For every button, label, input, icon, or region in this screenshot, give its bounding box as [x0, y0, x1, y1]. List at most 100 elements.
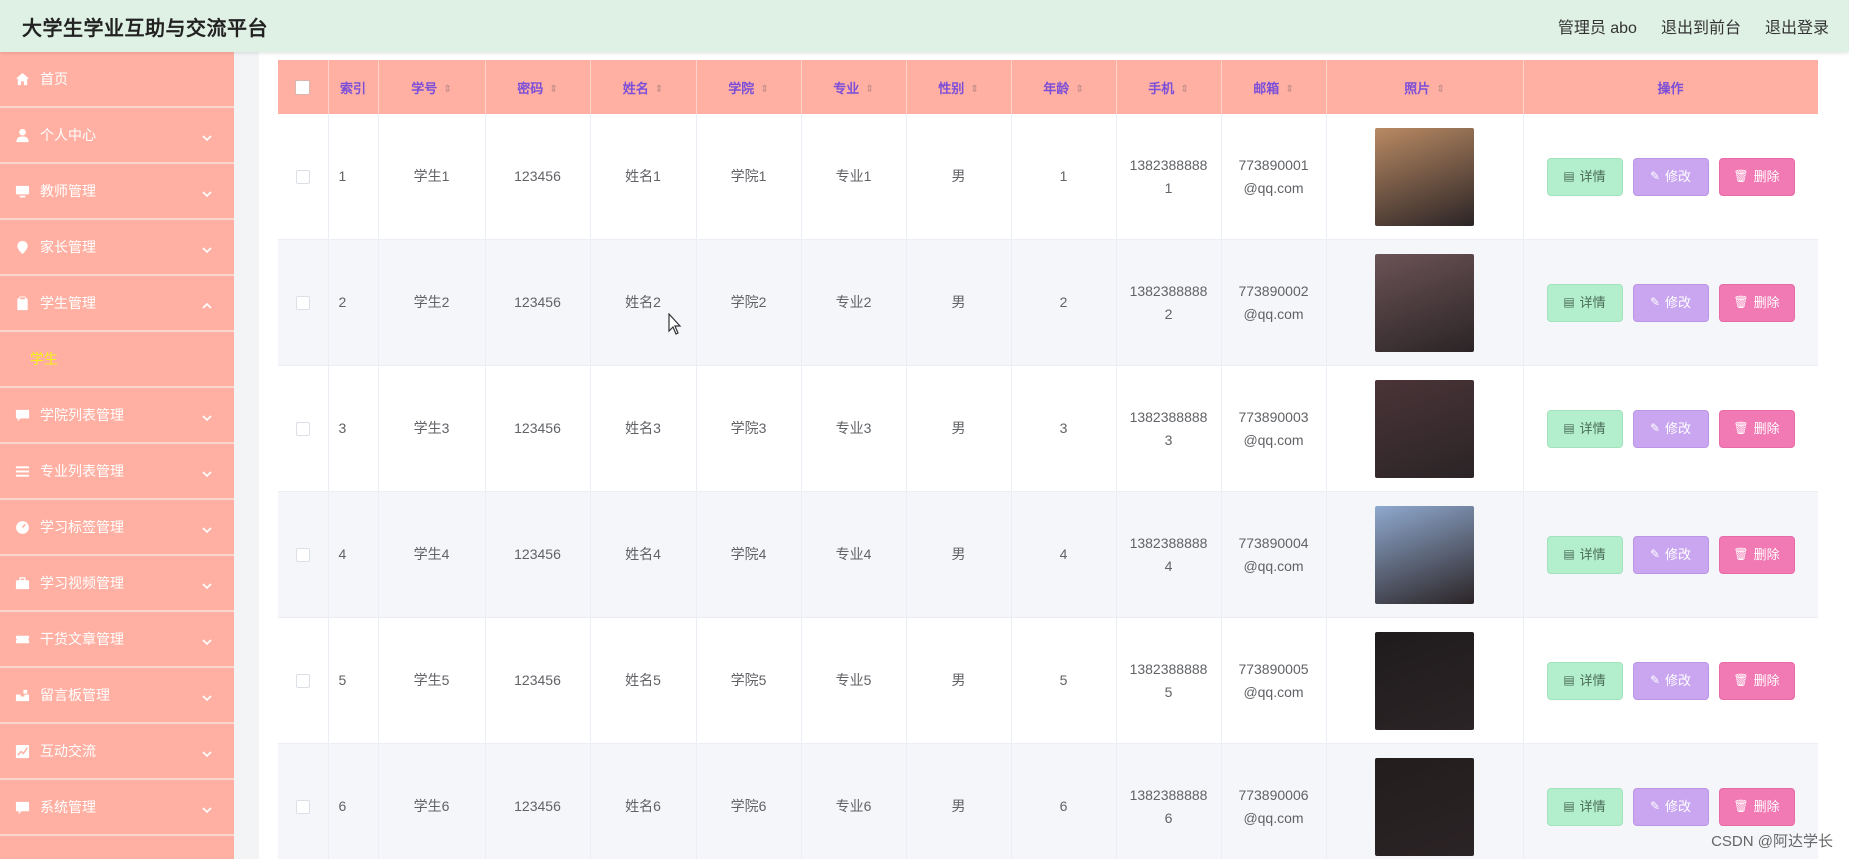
- col-major[interactable]: 专业 ⇕: [801, 60, 907, 114]
- cell-major: 专业2: [801, 239, 907, 366]
- delete-button[interactable]: 🗑 删除: [1718, 157, 1795, 196]
- exit-to-front-link[interactable]: 退出到前台: [1661, 14, 1741, 38]
- sidebar-item-1[interactable]: 个人中心: [0, 108, 234, 164]
- sidebar-item-5[interactable]: 学院列表管理: [0, 388, 234, 444]
- cell-phone: 13823888882: [1116, 239, 1222, 366]
- row-select-cell: [278, 491, 329, 618]
- delete-button[interactable]: 🗑 删除: [1718, 535, 1795, 574]
- sort-icon[interactable]: ⇕: [1180, 84, 1188, 95]
- delete-button[interactable]: 🗑 删除: [1718, 283, 1795, 322]
- delete-button[interactable]: 🗑 删除: [1718, 661, 1795, 700]
- cell-student-no: 学生1: [378, 114, 486, 240]
- sort-icon[interactable]: ⇕: [760, 84, 768, 95]
- cell-major: 专业6: [801, 743, 907, 859]
- edit-button[interactable]: ✎ 修改: [1632, 157, 1709, 196]
- col-password[interactable]: 密码 ⇕: [485, 60, 591, 114]
- document-icon: ▤: [1563, 295, 1575, 309]
- row-checkbox[interactable]: [295, 296, 310, 311]
- cell-password: 123456: [485, 743, 591, 859]
- col-gender[interactable]: 性别 ⇕: [906, 60, 1012, 114]
- sort-icon[interactable]: ⇕: [865, 84, 873, 95]
- row-checkbox[interactable]: [295, 548, 310, 563]
- detail-button[interactable]: ▤ 详情: [1546, 535, 1623, 574]
- sort-icon[interactable]: ⇕: [443, 84, 451, 95]
- edit-button[interactable]: ✎ 修改: [1632, 535, 1709, 574]
- sidebar-item-3[interactable]: 家长管理: [0, 220, 234, 276]
- sort-icon[interactable]: ⇕: [549, 84, 557, 95]
- row-checkbox[interactable]: [295, 170, 310, 185]
- cell-phone: 13823888883: [1116, 365, 1222, 492]
- detail-button[interactable]: ▤ 详情: [1546, 661, 1623, 700]
- sort-icon[interactable]: ⇕: [970, 84, 978, 95]
- col-name[interactable]: 姓名 ⇕: [590, 60, 697, 114]
- row-actions: ▤ 详情 ✎ 修改 🗑 删除: [1524, 535, 1818, 574]
- sidebar-item-10[interactable]: 留言板管理: [0, 668, 234, 724]
- cell-major: 专业5: [801, 617, 907, 744]
- edit-button[interactable]: ✎ 修改: [1632, 787, 1709, 826]
- cell-index: 2: [328, 239, 379, 366]
- cell-index: 6: [328, 743, 379, 859]
- student-photo[interactable]: [1375, 127, 1474, 226]
- detail-button[interactable]: ▤ 详情: [1546, 283, 1623, 322]
- row-select-cell: [278, 743, 329, 859]
- sidebar-item-2[interactable]: 教师管理: [0, 164, 234, 220]
- sort-icon[interactable]: ⇕: [1436, 84, 1444, 95]
- student-photo[interactable]: [1375, 253, 1474, 352]
- sidebar-item-9[interactable]: 干货文章管理: [0, 612, 234, 668]
- list-icon: [13, 462, 31, 480]
- col-email[interactable]: 邮箱 ⇕: [1221, 60, 1327, 114]
- logout-link[interactable]: 退出登录: [1765, 14, 1829, 38]
- delete-button[interactable]: 🗑 删除: [1718, 787, 1795, 826]
- col-phone[interactable]: 手机 ⇕: [1116, 60, 1222, 114]
- sort-icon[interactable]: ⇕: [1285, 84, 1293, 95]
- sidebar-item-label: 学生管理: [40, 295, 96, 311]
- cell-phone: 13823888885: [1116, 617, 1222, 744]
- cell-photo: [1326, 114, 1524, 240]
- cell-phone: 13823888886: [1116, 743, 1222, 859]
- table-row: 3 学生3 123456 姓名3 学院3 专业3 男 3 13823888883 77389000…: [278, 365, 1818, 492]
- student-photo[interactable]: [1375, 631, 1474, 730]
- row-checkbox[interactable]: [295, 674, 310, 689]
- sort-icon[interactable]: ⇕: [1075, 84, 1083, 95]
- sidebar-item-6[interactable]: 专业列表管理: [0, 444, 234, 500]
- edit-button[interactable]: ✎ 修改: [1632, 661, 1709, 700]
- sidebar-item-7[interactable]: 学习标签管理: [0, 500, 234, 556]
- student-photo[interactable]: [1375, 379, 1474, 478]
- cell-actions: ▤ 详情 ✎ 修改 🗑 删除: [1523, 365, 1818, 492]
- sidebar-item-4[interactable]: 学生管理: [0, 276, 234, 332]
- cell-college: 学院6: [696, 743, 802, 859]
- cell-photo: [1326, 239, 1524, 366]
- cell-student-no: 学生5: [378, 617, 486, 744]
- col-age[interactable]: 年龄 ⇕: [1011, 60, 1117, 114]
- detail-button[interactable]: ▤ 详情: [1546, 157, 1623, 196]
- edit-button[interactable]: ✎ 修改: [1632, 283, 1709, 322]
- table-row: 2 学生2 123456 姓名2 学院2 专业2 男 2 13823888882 77389000…: [278, 239, 1818, 366]
- app-title: 大学生学业互助与交流平台: [22, 17, 268, 40]
- detail-button[interactable]: ▤ 详情: [1546, 787, 1623, 826]
- sidebar-item-0[interactable]: 首页: [0, 52, 234, 108]
- trash-icon: 🗑: [1733, 799, 1749, 813]
- edit-button[interactable]: ✎ 修改: [1632, 409, 1709, 448]
- pencil-icon: ✎: [1649, 421, 1661, 435]
- select-all-checkbox[interactable]: [295, 80, 311, 96]
- detail-button[interactable]: ▤ 详情: [1546, 409, 1623, 448]
- student-photo[interactable]: [1375, 505, 1474, 604]
- sidebar-item-11[interactable]: 互动交流: [0, 724, 234, 780]
- delete-button[interactable]: 🗑 删除: [1718, 409, 1795, 448]
- top-header: 大学生学业互助与交流平台 管理员 abo 退出到前台 退出登录: [0, 0, 1849, 52]
- sidebar-item-12[interactable]: 系统管理: [0, 780, 234, 836]
- trash-icon: 🗑: [1733, 295, 1749, 309]
- cell-student-no: 学生2: [378, 239, 486, 366]
- row-checkbox[interactable]: [295, 422, 310, 437]
- submenu-item-student[interactable]: 学生: [0, 332, 234, 388]
- sidebar-item-8[interactable]: 学习视频管理: [0, 556, 234, 612]
- row-checkbox[interactable]: [295, 800, 310, 815]
- sort-icon[interactable]: ⇕: [655, 84, 663, 95]
- col-student-no[interactable]: 学号 ⇕: [378, 60, 486, 114]
- pencil-icon: ✎: [1649, 295, 1661, 309]
- col-college[interactable]: 学院 ⇕: [696, 60, 802, 114]
- col-photo[interactable]: 照片 ⇕: [1326, 60, 1524, 114]
- student-photo[interactable]: [1375, 757, 1474, 856]
- chevron-down-icon: [202, 130, 212, 142]
- pencil-icon: ✎: [1649, 799, 1661, 813]
